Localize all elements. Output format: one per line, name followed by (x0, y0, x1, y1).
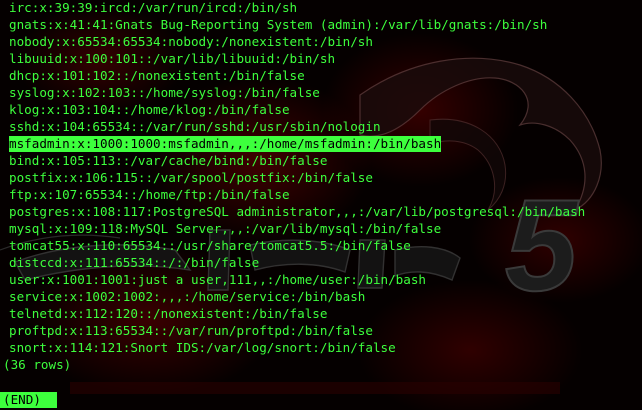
passwd-line: service:x:1002:1002:,,,:/home/service:/b… (9, 289, 366, 304)
passwd-line: irc:x:39:39:ircd:/var/run/ircd:/bin/sh (9, 0, 298, 15)
rows-summary: (36 rows) (3, 357, 72, 372)
passwd-line: telnetd:x:112:120::/nonexistent:/bin/fal… (9, 306, 328, 321)
passwd-line: ftp:x:107:65534::/home/ftp:/bin/false (9, 187, 290, 202)
passwd-line: snort:x:114:121:Snort IDS:/var/log/snort… (9, 340, 396, 355)
passwd-line: distccd:x:111:65534::/:/bin/false (9, 255, 260, 270)
passwd-line: dhcp:x:101:102::/nonexistent:/bin/false (9, 68, 305, 83)
passwd-line: postgres:x:108:117:PostgreSQL administra… (9, 204, 586, 219)
passwd-line-highlighted: msfadmin:x:1000:1000:msfadmin,,,:/home/m… (9, 136, 442, 152)
passwd-line: mysql:x:109:118:MySQL Server,,,:/var/lib… (9, 221, 442, 236)
passwd-line: libuuid:x:100:101::/var/lib/libuuid:/bin… (9, 51, 336, 66)
passwd-line: syslog:x:102:103::/home/syslog:/bin/fals… (9, 85, 320, 100)
passwd-line: postfix:x:106:115::/var/spool/postfix:/b… (9, 170, 373, 185)
pager-status: (END) (3, 392, 41, 407)
passwd-line: tomcat55:x:110:65534::/usr/share/tomcat5… (9, 238, 411, 253)
passwd-line: user:x:1001:1001:just a user,111,,:/home… (9, 272, 427, 287)
terminal-window[interactable]: 5 irc:x:39:39:ircd:/var/run/ircd:/bin/sh… (0, 0, 642, 410)
passwd-line: sshd:x:104:65534::/var/run/sshd:/usr/sbi… (9, 119, 381, 134)
passwd-line: proftpd:x:113:65534::/var/run/proftpd:/b… (9, 323, 373, 338)
passwd-line: nobody:x:65534:65534:nobody:/nonexistent… (9, 34, 373, 49)
passwd-line: gnats:x:41:41:Gnats Bug-Reporting System… (9, 17, 548, 32)
passwd-line: bind:x:105:113::/var/cache/bind:/bin/fal… (9, 153, 328, 168)
passwd-line: klog:x:103:104::/home/klog:/bin/false (9, 102, 290, 117)
terminal-output: irc:x:39:39:ircd:/var/run/ircd:/bin/sh g… (0, 0, 642, 410)
